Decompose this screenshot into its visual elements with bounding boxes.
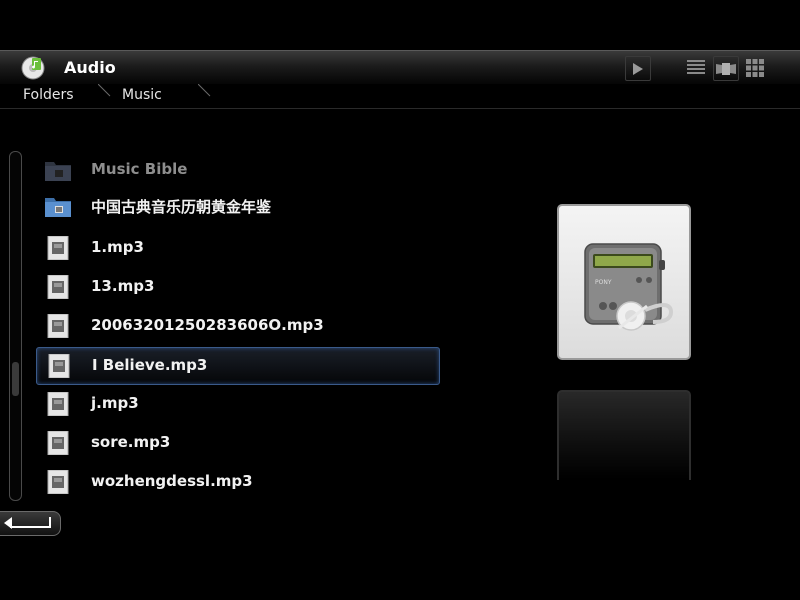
list-item-file[interactable]: j.mp3: [36, 386, 440, 422]
back-arrow-icon: [4, 517, 51, 529]
breadcrumb: Folders Music: [0, 84, 800, 109]
breadcrumb-separator-icon: [198, 84, 211, 97]
list-item-label: 20063201250283606О.mp3: [91, 316, 324, 334]
list-item-file[interactable]: sore.mp3: [36, 425, 440, 461]
audio-file-icon: [47, 236, 69, 260]
list-item-label: I Believe.mp3: [92, 356, 208, 374]
audio-file-icon: [47, 275, 69, 299]
page-title: Audio: [64, 58, 116, 77]
breadcrumb-folders[interactable]: Folders: [23, 84, 74, 106]
folder-icon: [45, 162, 71, 181]
list-item-file[interactable]: 20063201250283606О.mp3: [36, 308, 440, 344]
audio-file-icon: [47, 392, 69, 416]
list-view-button[interactable]: [684, 56, 708, 79]
audio-app-icon: [21, 56, 45, 80]
back-button[interactable]: [0, 511, 61, 536]
folder-icon: [45, 198, 71, 217]
list-item-label: wozhengdessl.mp3: [91, 472, 253, 490]
audio-file-icon: [48, 354, 70, 378]
preview-thumbnail: PONY: [557, 204, 691, 360]
list-item-label: 13.mp3: [91, 277, 155, 295]
list-item-label: j.mp3: [91, 394, 139, 412]
audio-file-icon: [47, 470, 69, 494]
play-button[interactable]: [625, 56, 651, 81]
list-item-folder[interactable]: 中国古典音乐历朝黄金年鉴: [36, 188, 440, 224]
list-item-folder[interactable]: Music Bible: [36, 152, 440, 188]
player-brand-label: PONY: [595, 279, 612, 286]
list-view-icon: [687, 59, 705, 74]
list-item-file-selected[interactable]: I Believe.mp3: [36, 347, 440, 385]
grid-view-button[interactable]: [743, 56, 767, 79]
audio-file-icon: [47, 314, 69, 338]
scrollbar-thumb[interactable]: [12, 362, 19, 396]
list-item-file[interactable]: 13.mp3: [36, 269, 440, 305]
list-item-file[interactable]: wozhengdessl.mp3: [36, 464, 440, 500]
list-item-label: 1.mp3: [91, 238, 144, 256]
list-item-label: Music Bible: [91, 160, 188, 178]
title-bar: Audio: [0, 50, 800, 85]
scrollbar[interactable]: [9, 151, 22, 501]
preview-reflection: [557, 390, 691, 480]
breadcrumb-music[interactable]: Music: [122, 84, 162, 106]
coverflow-view-icon: [716, 62, 736, 75]
play-icon: [633, 62, 643, 75]
breadcrumb-separator-icon: [98, 84, 111, 97]
coverflow-view-button[interactable]: [713, 56, 739, 81]
list-item-label: 中国古典音乐历朝黄金年鉴: [91, 198, 272, 216]
list-item-file[interactable]: 1.mp3: [36, 230, 440, 266]
grid-view-icon: [746, 58, 764, 77]
audio-file-icon: [47, 431, 69, 455]
media-player-icon: PONY: [584, 243, 674, 331]
list-item-label: sore.mp3: [91, 433, 171, 451]
